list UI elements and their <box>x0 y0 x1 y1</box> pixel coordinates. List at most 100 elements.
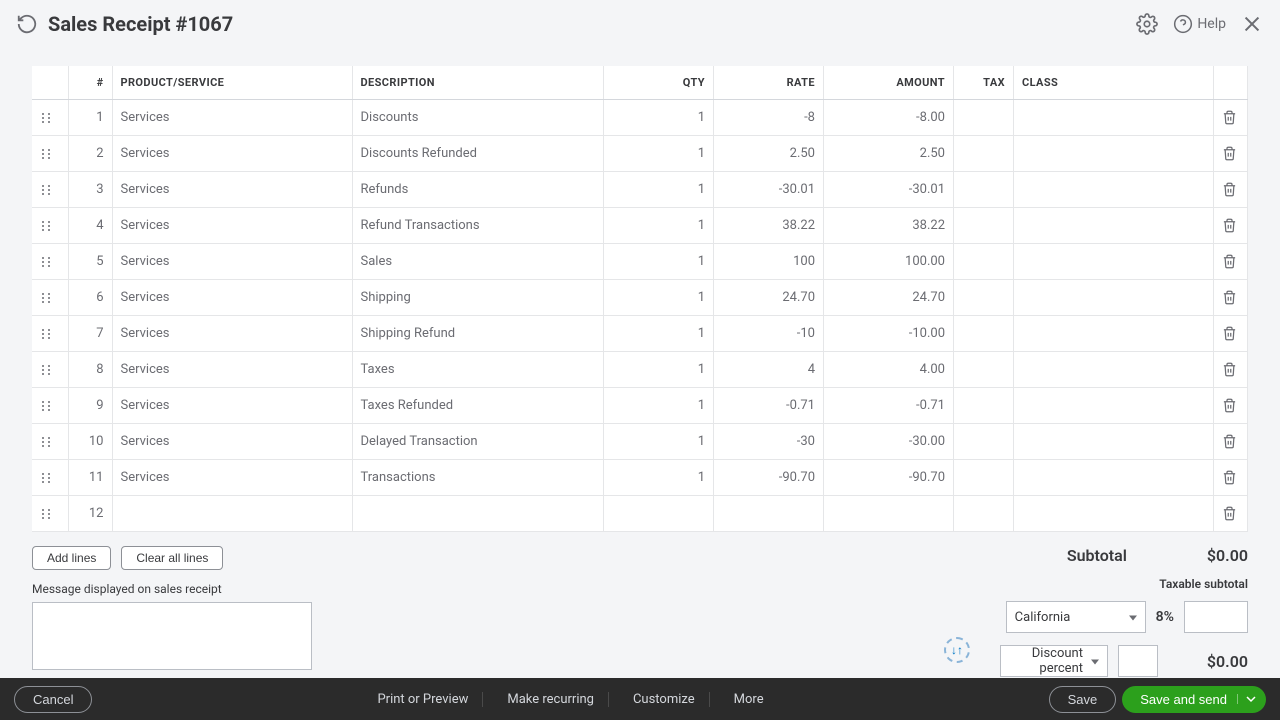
description-cell[interactable]: Discounts <box>352 100 604 136</box>
amount-cell[interactable]: 24.70 <box>824 280 954 316</box>
trash-icon[interactable] <box>1214 316 1248 352</box>
class-cell[interactable] <box>1014 496 1214 532</box>
chevron-down-icon[interactable] <box>1237 694 1256 704</box>
amount-cell[interactable]: -30.01 <box>824 172 954 208</box>
make-recurring-link[interactable]: Make recurring <box>493 692 609 707</box>
class-cell[interactable] <box>1014 316 1214 352</box>
product-cell[interactable]: Services <box>112 136 352 172</box>
rate-cell[interactable]: 4 <box>714 352 824 388</box>
customize-link[interactable]: Customize <box>619 692 710 707</box>
rate-cell[interactable]: -30 <box>714 424 824 460</box>
drag-handle-icon[interactable] <box>32 208 68 244</box>
discount-percent-input[interactable] <box>1118 645 1158 677</box>
class-cell[interactable] <box>1014 424 1214 460</box>
amount-cell[interactable]: 38.22 <box>824 208 954 244</box>
rate-cell[interactable]: -8 <box>714 100 824 136</box>
table-row[interactable]: 4ServicesRefund Transactions138.2238.22 <box>32 208 1248 244</box>
description-cell[interactable]: Refunds <box>352 172 604 208</box>
drag-handle-icon[interactable] <box>32 388 68 424</box>
amount-cell[interactable]: -30.00 <box>824 424 954 460</box>
description-cell[interactable]: Taxes <box>352 352 604 388</box>
help-button[interactable]: Help <box>1173 14 1226 34</box>
product-cell[interactable]: Services <box>112 388 352 424</box>
description-cell[interactable]: Transactions <box>352 460 604 496</box>
rate-cell[interactable]: -90.70 <box>714 460 824 496</box>
add-lines-button[interactable]: Add lines <box>32 546 111 570</box>
trash-icon[interactable] <box>1214 352 1248 388</box>
rate-cell[interactable] <box>714 496 824 532</box>
qty-cell[interactable]: 1 <box>604 352 714 388</box>
drag-handle-icon[interactable] <box>32 424 68 460</box>
amount-cell[interactable]: 2.50 <box>824 136 954 172</box>
qty-cell[interactable]: 1 <box>604 316 714 352</box>
table-row[interactable]: 8ServicesTaxes144.00 <box>32 352 1248 388</box>
class-cell[interactable] <box>1014 460 1214 496</box>
table-row[interactable]: 6ServicesShipping124.7024.70 <box>32 280 1248 316</box>
amount-cell[interactable]: 100.00 <box>824 244 954 280</box>
tax-cell[interactable] <box>954 136 1014 172</box>
drag-handle-icon[interactable] <box>32 136 68 172</box>
history-icon[interactable] <box>16 13 38 35</box>
cancel-button[interactable]: Cancel <box>14 686 92 713</box>
qty-cell[interactable]: 1 <box>604 208 714 244</box>
tax-cell[interactable] <box>954 100 1014 136</box>
tax-cell[interactable] <box>954 460 1014 496</box>
product-cell[interactable]: Services <box>112 244 352 280</box>
amount-cell[interactable]: 4.00 <box>824 352 954 388</box>
clear-lines-button[interactable]: Clear all lines <box>121 546 223 570</box>
gear-icon[interactable] <box>1135 12 1159 36</box>
class-cell[interactable] <box>1014 172 1214 208</box>
product-cell[interactable]: Services <box>112 352 352 388</box>
drag-handle-icon[interactable] <box>32 352 68 388</box>
rate-cell[interactable]: 24.70 <box>714 280 824 316</box>
rate-cell[interactable]: -30.01 <box>714 172 824 208</box>
table-row[interactable]: 9ServicesTaxes Refunded1-0.71-0.71 <box>32 388 1248 424</box>
trash-icon[interactable] <box>1214 136 1248 172</box>
trash-icon[interactable] <box>1214 172 1248 208</box>
description-cell[interactable]: Shipping <box>352 280 604 316</box>
amount-cell[interactable]: -90.70 <box>824 460 954 496</box>
tax-cell[interactable] <box>954 352 1014 388</box>
qty-cell[interactable]: 1 <box>604 424 714 460</box>
table-row[interactable]: 3ServicesRefunds1-30.01-30.01 <box>32 172 1248 208</box>
amount-cell[interactable]: -0.71 <box>824 388 954 424</box>
product-cell[interactable]: Services <box>112 316 352 352</box>
class-cell[interactable] <box>1014 280 1214 316</box>
table-row[interactable]: 11ServicesTransactions1-90.70-90.70 <box>32 460 1248 496</box>
product-cell[interactable] <box>112 496 352 532</box>
tax-cell[interactable] <box>954 172 1014 208</box>
product-cell[interactable]: Services <box>112 208 352 244</box>
qty-cell[interactable] <box>604 496 714 532</box>
drag-handle-icon[interactable] <box>32 280 68 316</box>
tax-state-select[interactable]: California <box>1006 601 1146 633</box>
table-row[interactable]: 12 <box>32 496 1248 532</box>
tax-cell[interactable] <box>954 316 1014 352</box>
class-cell[interactable] <box>1014 388 1214 424</box>
rate-cell[interactable]: 100 <box>714 244 824 280</box>
table-row[interactable]: 2ServicesDiscounts Refunded12.502.50 <box>32 136 1248 172</box>
table-row[interactable]: 1ServicesDiscounts1-8-8.00 <box>32 100 1248 136</box>
trash-icon[interactable] <box>1214 100 1248 136</box>
description-cell[interactable]: Taxes Refunded <box>352 388 604 424</box>
drag-handle-icon[interactable] <box>32 496 68 532</box>
table-row[interactable]: 7ServicesShipping Refund1-10-10.00 <box>32 316 1248 352</box>
tax-cell[interactable] <box>954 424 1014 460</box>
trash-icon[interactable] <box>1214 208 1248 244</box>
tax-cell[interactable] <box>954 496 1014 532</box>
description-cell[interactable]: Sales <box>352 244 604 280</box>
trash-icon[interactable] <box>1214 280 1248 316</box>
tax-cell[interactable] <box>954 244 1014 280</box>
drag-handle-icon[interactable] <box>32 460 68 496</box>
table-row[interactable]: 10ServicesDelayed Transaction1-30-30.00 <box>32 424 1248 460</box>
qty-cell[interactable]: 1 <box>604 460 714 496</box>
rate-cell[interactable]: -10 <box>714 316 824 352</box>
table-row[interactable]: 5ServicesSales1100100.00 <box>32 244 1248 280</box>
more-link[interactable]: More <box>720 692 778 707</box>
discount-type-select[interactable]: Discount percent <box>1000 645 1108 677</box>
close-icon[interactable] <box>1240 12 1264 36</box>
drag-handle-icon[interactable] <box>32 244 68 280</box>
tax-cell[interactable] <box>954 208 1014 244</box>
description-cell[interactable]: Refund Transactions <box>352 208 604 244</box>
save-send-button[interactable]: Save and send <box>1122 686 1266 713</box>
trash-icon[interactable] <box>1214 496 1248 532</box>
